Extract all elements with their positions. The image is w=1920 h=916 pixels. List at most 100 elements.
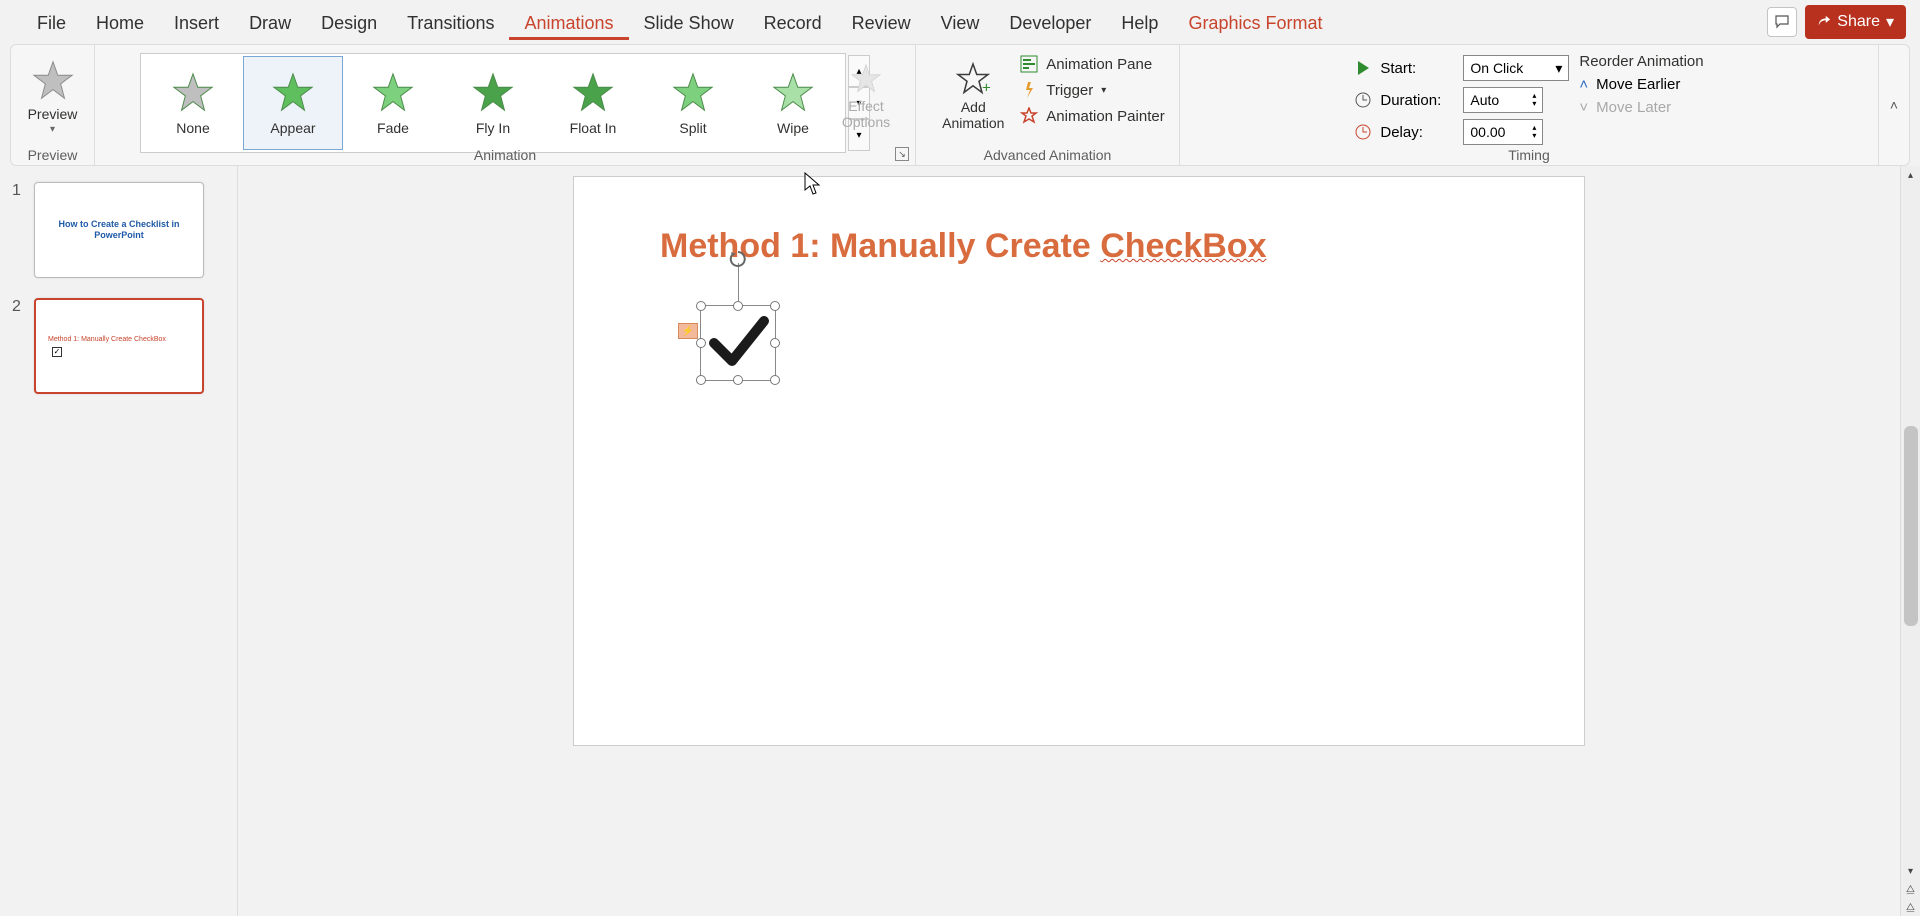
start-select[interactable]: On Click▾ — [1463, 55, 1569, 81]
move-later-label: Move Later — [1596, 99, 1671, 116]
scroll-thumb[interactable] — [1904, 426, 1918, 626]
svg-text:+: + — [982, 80, 991, 97]
delay-label: Delay: — [1380, 124, 1455, 141]
selection-border — [700, 305, 776, 381]
arrow-up-icon: ˄ — [1579, 76, 1588, 93]
start-label: Start: — [1380, 60, 1455, 77]
resize-handle[interactable] — [696, 375, 706, 385]
tab-design[interactable]: Design — [306, 5, 392, 40]
tab-graphics-format[interactable]: Graphics Format — [1173, 5, 1337, 40]
animation-gallery: NoneAppearFadeFly InFloat InSplitWipe ▴ … — [140, 53, 870, 153]
animation-item-appear[interactable]: Appear — [243, 56, 343, 150]
resize-handle[interactable] — [770, 301, 780, 311]
animation-item-label: Fade — [377, 120, 409, 136]
reorder-title: Reorder Animation — [1579, 53, 1703, 70]
animation-painter-button[interactable]: Animation Painter — [1020, 107, 1164, 125]
animation-item-wipe[interactable]: Wipe — [743, 56, 843, 150]
add-animation-button[interactable]: + Add Animation — [930, 51, 1016, 141]
add-animation-label: Add Animation — [942, 99, 1004, 131]
ribbon-tabs: File Home Insert Draw Design Transitions… — [0, 0, 1920, 44]
tab-help[interactable]: Help — [1106, 5, 1173, 40]
resize-handle[interactable] — [733, 375, 743, 385]
move-earlier-label: Move Earlier — [1596, 76, 1680, 93]
tab-developer[interactable]: Developer — [994, 5, 1106, 40]
duration-spinner[interactable]: Auto ▴▾ — [1463, 87, 1543, 113]
vertical-scrollbar[interactable]: ▴ ▾ ⧋ ⧋ — [1900, 166, 1920, 916]
collapse-ribbon-button[interactable]: ˄ — [1879, 45, 1909, 165]
selected-checkmark-object[interactable]: ⚡ — [702, 307, 774, 379]
animation-item-label: Appear — [270, 120, 315, 136]
duration-clock-icon — [1354, 91, 1372, 109]
animation-star-icon — [370, 70, 416, 116]
tab-insert[interactable]: Insert — [159, 5, 234, 40]
scroll-down-icon[interactable]: ▾ — [1901, 862, 1920, 880]
slide-canvas[interactable]: Method 1: Manually Create CheckBox ⚡ — [573, 176, 1585, 746]
slide-number: 1 — [12, 182, 26, 278]
prev-slide-icon[interactable]: ⧋ — [1901, 880, 1920, 898]
tab-review[interactable]: Review — [837, 5, 926, 40]
animation-item-fly-in[interactable]: Fly In — [443, 56, 543, 150]
animation-star-icon — [470, 70, 516, 116]
tab-transitions[interactable]: Transitions — [392, 5, 509, 40]
tab-slideshow[interactable]: Slide Show — [629, 5, 749, 40]
animation-pane-button[interactable]: Animation Pane — [1020, 55, 1164, 73]
trigger-button[interactable]: Trigger ▾ — [1020, 81, 1164, 99]
group-label-advanced: Advanced Animation — [916, 147, 1179, 163]
animation-gallery-items: None Appear Fade Fly In Float In Split Wipe — [140, 53, 846, 153]
slide-thumbnail-panel: 1 How to Create a Checklist in PowerPoin… — [0, 166, 238, 916]
comments-button[interactable] — [1767, 7, 1797, 37]
animation-painter-icon — [1020, 107, 1038, 125]
arrow-down-icon: ˅ — [1579, 99, 1588, 116]
slide-number: 2 — [12, 298, 26, 394]
share-icon — [1817, 15, 1831, 29]
rotation-handle[interactable] — [728, 249, 748, 269]
animation-item-float-in[interactable]: Float In — [543, 56, 643, 150]
comment-icon — [1774, 14, 1790, 30]
animation-item-label: Fly In — [476, 120, 510, 136]
animation-star-icon — [670, 70, 716, 116]
slide-title-text: Method 1: Manually Create — [660, 227, 1100, 265]
tab-view[interactable]: View — [926, 5, 995, 40]
animation-item-split[interactable]: Split — [643, 56, 743, 150]
animation-item-label: Float In — [570, 120, 617, 136]
trigger-icon — [1020, 81, 1038, 99]
trigger-label: Trigger — [1046, 82, 1093, 99]
slide-thumbnail-1[interactable]: How to Create a Checklist in PowerPoint — [34, 182, 204, 278]
group-label-animation: Animation — [95, 147, 915, 163]
animation-item-label: Wipe — [777, 120, 809, 136]
resize-handle[interactable] — [696, 338, 706, 348]
animation-item-none[interactable]: None — [143, 56, 243, 150]
resize-handle[interactable] — [770, 375, 780, 385]
delay-value: 00.00 — [1470, 124, 1505, 140]
mouse-cursor-icon — [804, 172, 822, 201]
tab-record[interactable]: Record — [749, 5, 837, 40]
animation-item-fade[interactable]: Fade — [343, 56, 443, 150]
tab-home[interactable]: Home — [81, 5, 159, 40]
group-timing: Start: On Click▾ Duration: Auto ▴▾ Delay… — [1180, 45, 1879, 165]
animation-order-tag[interactable]: ⚡ — [678, 323, 698, 339]
slide-title[interactable]: Method 1: Manually Create CheckBox — [660, 227, 1266, 266]
next-slide-icon[interactable]: ⧋ — [1901, 898, 1920, 916]
delay-spinner[interactable]: 00.00 ▴▾ — [1463, 119, 1543, 145]
resize-handle[interactable] — [770, 338, 780, 348]
chevron-down-icon: ▾ — [50, 124, 55, 135]
slide-canvas-area: Method 1: Manually Create CheckBox ⚡ — [238, 166, 1920, 916]
share-label: Share — [1837, 13, 1880, 31]
slide2-checkbox-icon: ✓ — [52, 347, 62, 357]
share-button[interactable]: Share ▾ — [1805, 5, 1906, 39]
group-advanced-animation: + Add Animation Animation Pane Trigger ▾… — [916, 45, 1180, 165]
preview-button[interactable]: Preview ▾ — [18, 51, 88, 141]
resize-handle[interactable] — [696, 301, 706, 311]
tab-file[interactable]: File — [22, 5, 81, 40]
resize-handle[interactable] — [733, 301, 743, 311]
animation-pane-icon — [1020, 55, 1038, 73]
slide2-title: Method 1: Manually Create CheckBox — [48, 336, 166, 343]
tab-animations[interactable]: Animations — [509, 5, 628, 40]
tab-draw[interactable]: Draw — [234, 5, 306, 40]
slide-thumbnail-2[interactable]: Method 1: Manually Create CheckBox ✓ — [34, 298, 204, 394]
ribbon: Preview ▾ Preview NoneAppearFadeFly InFl… — [10, 44, 1910, 166]
start-play-icon — [1354, 59, 1372, 77]
chevron-down-icon: ▾ — [1101, 85, 1106, 96]
scroll-up-icon[interactable]: ▴ — [1901, 166, 1920, 184]
move-earlier-button[interactable]: ˄ Move Earlier — [1579, 76, 1703, 93]
